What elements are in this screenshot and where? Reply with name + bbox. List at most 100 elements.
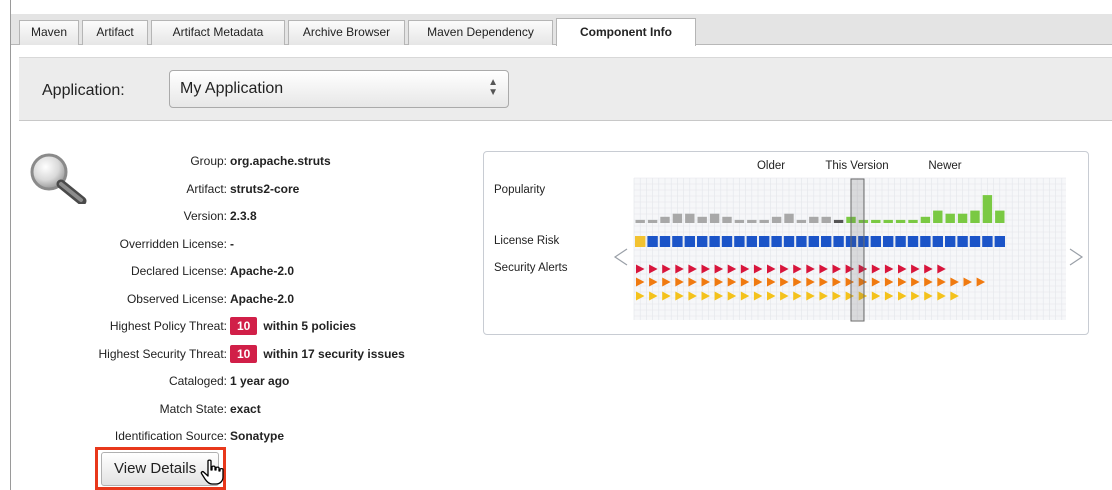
field-label-text: Cataloged: — [168, 374, 227, 388]
license-risk-block — [821, 236, 832, 247]
popularity-bar — [722, 216, 732, 223]
popularity-bar — [747, 219, 757, 223]
field-label-text: Artifact: — [186, 182, 227, 196]
header-this-version-label: This Version — [825, 160, 888, 172]
version-graph[interactable]: Older This Version Newer Popularity License … — [484, 152, 1090, 336]
application-label: Application: — [42, 82, 125, 99]
license-risk-block — [734, 236, 745, 247]
application-select-value: My Application — [180, 80, 284, 97]
license-risk-block — [957, 236, 968, 247]
field-label: Artifact: — [0, 180, 227, 200]
popularity-bar — [895, 219, 906, 223]
scroll-right-icon — [1069, 248, 1084, 266]
scroll-left-icon — [613, 248, 628, 266]
field-value-text: Apache-2.0 — [230, 264, 295, 278]
popularity-bar — [933, 210, 943, 223]
license-risk-block — [647, 236, 658, 247]
header-newer-label: Newer — [928, 160, 961, 172]
field-label: Group: — [0, 152, 227, 172]
popularity-bar — [970, 210, 980, 223]
popularity-bar — [647, 219, 658, 223]
row-label-license-risk: License Risk — [494, 235, 559, 247]
field-label: Overridden License: — [0, 235, 227, 255]
popularity-bar — [821, 216, 831, 223]
threat-level-badge: 10 — [230, 345, 258, 363]
tab-artifact-metadata[interactable]: Artifact Metadata — [151, 20, 285, 45]
popularity-bar — [697, 216, 707, 223]
field-label-text: Identification Source: — [114, 429, 227, 443]
field-value-text: org.apache.struts — [230, 154, 331, 168]
field-value-text: within 17 security issues — [263, 347, 405, 361]
field-label: Highest Security Threat: — [0, 345, 227, 365]
threat-level-badge: 10 — [230, 317, 258, 335]
field-value: Sonatype — [230, 427, 530, 447]
popularity-bar — [709, 213, 720, 223]
popularity-bar — [734, 219, 745, 223]
popularity-bar — [685, 213, 695, 223]
field-label-text: Highest Security Threat: — [98, 347, 227, 361]
row-label-security-alerts: Security Alerts — [494, 262, 568, 274]
field-value-text: exact — [230, 402, 261, 416]
field-value-text: struts2-core — [230, 182, 300, 196]
field-label-text: Observed License: — [126, 292, 227, 306]
license-risk-block — [945, 236, 956, 247]
license-risk-block — [709, 236, 720, 247]
application-bar: Application: My Application ▲ ▼ — [19, 57, 1112, 121]
field-label-text: Declared License: — [130, 264, 227, 278]
tab-maven-dependency[interactable]: Maven Dependency — [408, 20, 553, 45]
field-label: Version: — [0, 207, 227, 227]
popularity-bar — [908, 219, 918, 223]
field-value-text: within 5 policies — [263, 319, 357, 333]
license-risk-block — [895, 236, 906, 247]
license-risk-block — [759, 236, 770, 247]
version-graph-panel: Older This Version Newer Popularity License … — [483, 151, 1089, 335]
popularity-bar — [809, 216, 819, 223]
select-arrows-icon: ▲ ▼ — [488, 77, 498, 98]
popularity-bar — [945, 213, 955, 223]
field-value-text: - — [230, 237, 234, 251]
field-label-text: Match State: — [159, 402, 227, 416]
license-risk-block — [833, 236, 844, 247]
license-risk-block — [994, 236, 1005, 247]
popularity-bar — [995, 210, 1005, 223]
field-label: Identification Source: — [0, 427, 227, 447]
this-version-highlight — [850, 178, 865, 322]
field-label: Match State: — [0, 400, 227, 420]
field-value: exact — [230, 400, 530, 420]
header-older-label: Older — [757, 160, 785, 172]
field-value-text: 1 year ago — [230, 374, 290, 388]
graph-grid-background — [634, 178, 1066, 320]
application-select[interactable]: My Application ▲ ▼ — [169, 70, 509, 108]
tab-bar: Maven Artifact Artifact Metadata Archive… — [11, 14, 1112, 46]
license-risk-block — [932, 236, 943, 247]
field-value-text: Sonatype — [230, 429, 285, 443]
popularity-bar — [635, 219, 645, 223]
hand-cursor-icon — [200, 459, 224, 485]
field-label: Observed License: — [0, 290, 227, 310]
tab-maven[interactable]: Maven — [19, 20, 79, 45]
license-risk-block — [870, 236, 881, 247]
license-risk-block — [746, 236, 757, 247]
license-risk-block — [783, 236, 795, 247]
popularity-bar — [833, 219, 844, 223]
popularity-bar — [759, 219, 769, 223]
license-risk-block — [808, 236, 819, 247]
field-label-text: Version: — [183, 209, 227, 223]
license-risk-block — [672, 236, 683, 247]
field-value: 1 year ago — [230, 372, 530, 392]
tab-archive-browser[interactable]: Archive Browser — [288, 20, 405, 45]
field-label-text: Overridden License: — [119, 237, 227, 251]
popularity-bar — [871, 219, 881, 223]
field-value-text: Apache-2.0 — [230, 292, 295, 306]
license-risk-block — [771, 236, 782, 247]
license-risk-block — [920, 236, 931, 247]
popularity-bar — [672, 213, 683, 223]
field-label-text: Highest Policy Threat: — [109, 319, 227, 333]
tab-component-info[interactable]: Component Info — [556, 18, 696, 46]
license-risk-block — [982, 236, 993, 247]
popularity-bar — [660, 216, 670, 223]
tab-artifact[interactable]: Artifact — [82, 20, 148, 45]
popularity-bar — [982, 195, 993, 223]
field-label: Highest Policy Threat: — [0, 317, 227, 337]
field-value: 10 within 17 security issues — [230, 345, 530, 365]
